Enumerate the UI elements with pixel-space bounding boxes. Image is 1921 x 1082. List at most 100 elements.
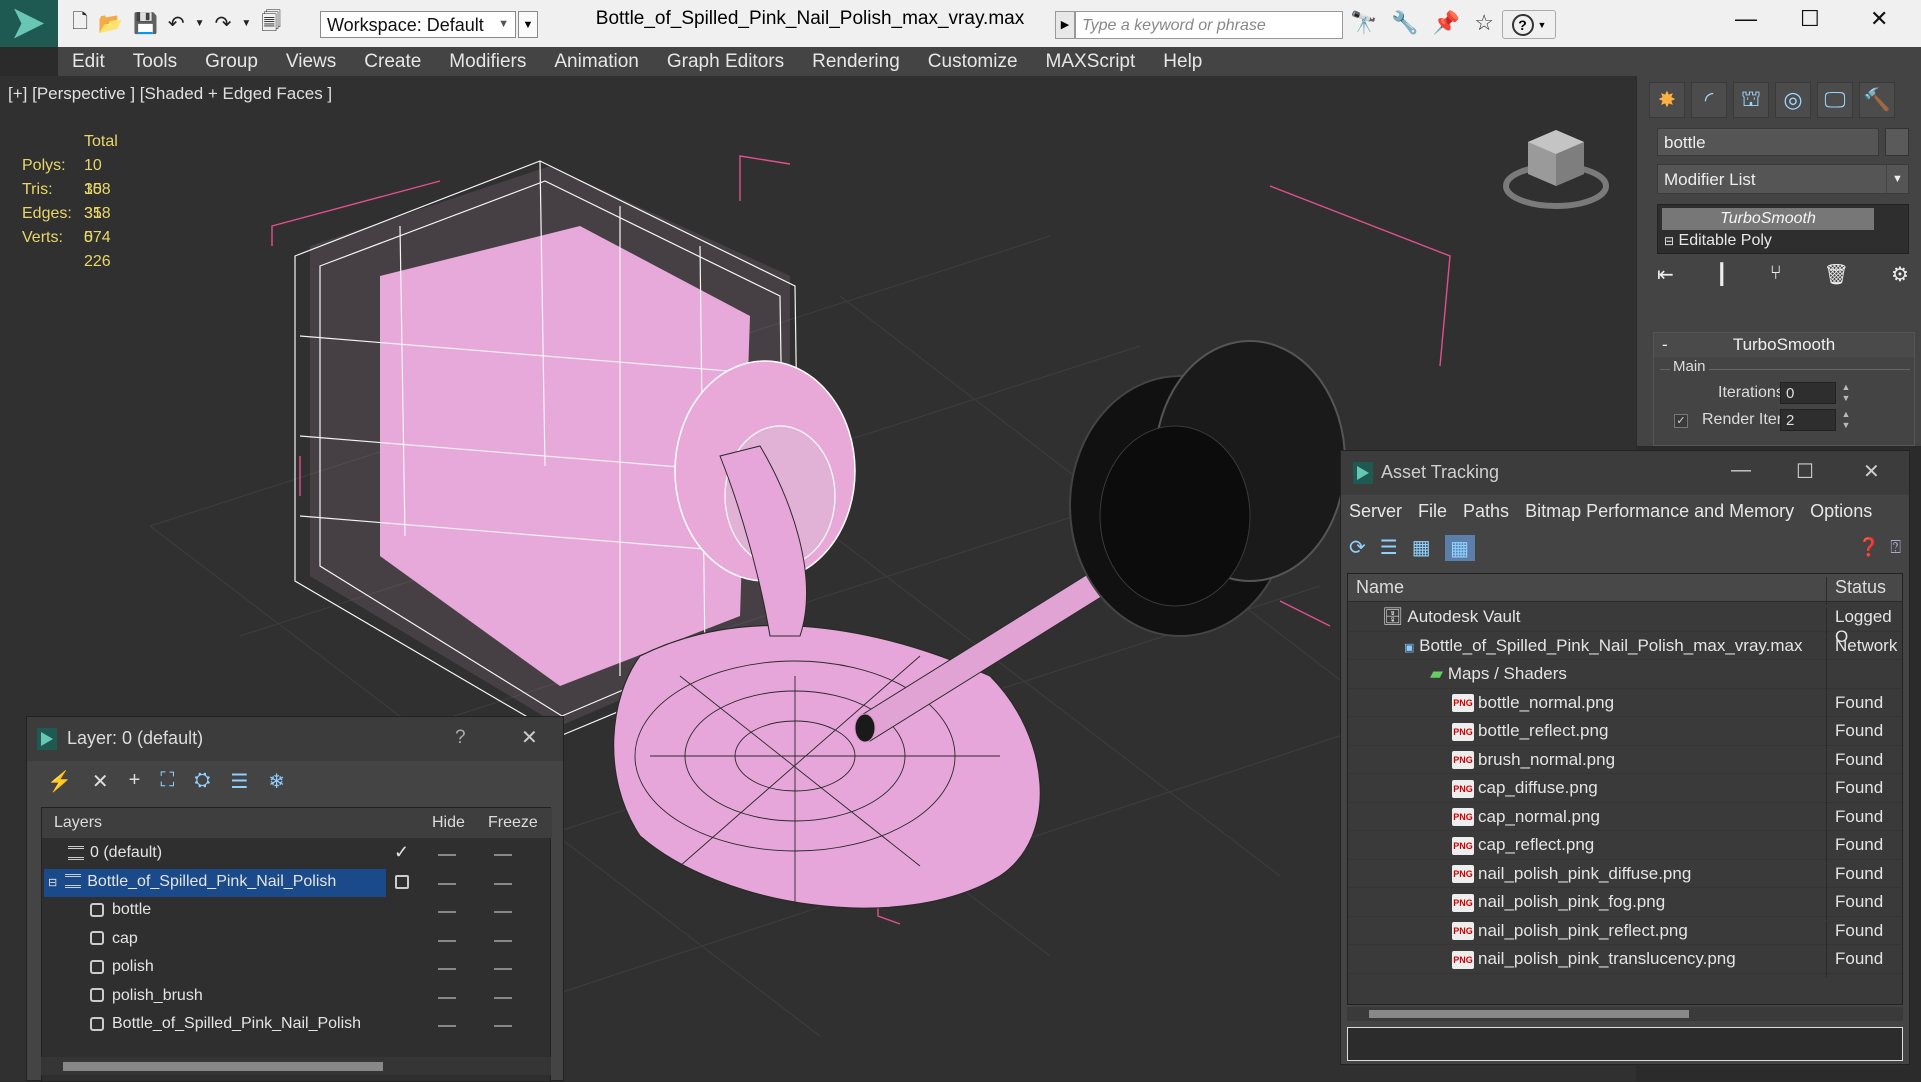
menu-customize[interactable]: Customize: [914, 47, 1032, 76]
layer-row[interactable]: 0 (default) ✓: [42, 840, 552, 869]
project-folder-icon[interactable]: 🗐: [261, 7, 281, 41]
table-row[interactable]: PNG brush_normal.png Found: [1348, 746, 1902, 778]
object-row[interactable]: bottle: [42, 897, 552, 926]
table-row[interactable]: PNG cap_diffuse.png Found: [1348, 774, 1902, 806]
workspace-menu-button[interactable]: ▼: [518, 11, 538, 38]
display-tab-icon[interactable]: 🖵: [1817, 82, 1853, 118]
minimize-button[interactable]: —: [1735, 6, 1757, 32]
spinner-arrows-icon[interactable]: ▲ ▼: [1840, 409, 1852, 431]
menu-server[interactable]: Server: [1341, 501, 1410, 522]
render-iters-checkbox[interactable]: ✓: [1674, 414, 1688, 428]
highlight-layer-icon[interactable]: ⛭: [194, 769, 210, 794]
star-icon[interactable]: ☆: [1474, 10, 1494, 36]
redo-dropdown-icon[interactable]: ▼: [241, 18, 251, 29]
column-name[interactable]: Name: [1356, 577, 1404, 598]
table-row[interactable]: ▰ Maps / Shaders: [1348, 660, 1902, 692]
context-help-icon[interactable]: ⍰: [1890, 537, 1901, 558]
hide-toggle[interactable]: [438, 1025, 456, 1027]
freeze-toggle[interactable]: [494, 854, 512, 856]
app-logo-button[interactable]: [0, 0, 58, 47]
delete-layer-icon[interactable]: ✕: [92, 769, 109, 794]
horizontal-scrollbar[interactable]: [1347, 1007, 1903, 1021]
freeze-toggle[interactable]: [494, 911, 512, 913]
freeze-toggle[interactable]: [494, 1025, 512, 1027]
iterations-spinner[interactable]: 0: [1780, 382, 1836, 404]
search-expand-button[interactable]: ▶: [1055, 11, 1075, 39]
utilities-tab-icon[interactable]: 🔨: [1859, 82, 1895, 118]
object-row[interactable]: Bottle_of_Spilled_Pink_Nail_Polish: [42, 1011, 552, 1040]
table-row[interactable]: PNG cap_reflect.png Found: [1348, 831, 1902, 863]
workspace-select[interactable]: Workspace: Default ▼: [320, 11, 516, 38]
help-icon[interactable]: ❓: [1858, 537, 1880, 558]
table-row[interactable]: 🗄 Autodesk Vault Logged O: [1348, 603, 1902, 646]
save-file-icon[interactable]: 💾: [133, 11, 158, 36]
table-row[interactable]: PNG bottle_reflect.png Found: [1348, 717, 1902, 749]
maximize-button[interactable]: ☐: [1800, 6, 1820, 32]
table-row[interactable]: PNG cap_normal.png Found: [1348, 803, 1902, 835]
binoculars-icon[interactable]: 🔭: [1350, 10, 1377, 36]
scrollbar-thumb[interactable]: [1369, 1010, 1689, 1018]
layer-row[interactable]: ⊟ Bottle_of_Spilled_Pink_Nail_Polish: [42, 868, 552, 898]
expand-icon[interactable]: ⊟: [1664, 234, 1674, 248]
undo-icon[interactable]: ↶: [168, 11, 185, 36]
object-name-field[interactable]: bottle: [1657, 128, 1879, 156]
menu-create[interactable]: Create: [350, 47, 435, 76]
asset-tracking-titlebar[interactable]: Asset Tracking — ☐ ✕: [1341, 451, 1909, 495]
object-color-swatch[interactable]: [1885, 128, 1909, 156]
freeze-all-layers-icon[interactable]: ❄: [268, 769, 285, 794]
select-objects-icon[interactable]: ⛶: [160, 769, 174, 794]
remove-modifier-icon[interactable]: 🗑: [1824, 262, 1849, 287]
search-input[interactable]: Type a keyword or phrase: [1075, 11, 1343, 39]
hide-all-layers-icon[interactable]: ☰: [230, 769, 248, 794]
menu-maxscript[interactable]: MAXScript: [1032, 47, 1150, 76]
table-row[interactable]: PNG nail_polish_pink_reflect.png Found: [1348, 917, 1902, 949]
column-hide[interactable]: Hide: [432, 814, 465, 832]
viewport-label[interactable]: [+] [Perspective ] [Shaded + Edged Faces…: [8, 84, 332, 104]
table-row[interactable]: PNG nail_polish_pink_fog.png Found: [1348, 888, 1902, 920]
column-freeze[interactable]: Freeze: [488, 814, 538, 832]
hide-toggle[interactable]: [438, 996, 456, 999]
freeze-toggle[interactable]: [494, 996, 512, 999]
spinner-arrows-icon[interactable]: ▲ ▼: [1840, 382, 1852, 404]
freeze-toggle[interactable]: [494, 939, 512, 942]
collapse-icon[interactable]: ⊟: [48, 877, 57, 889]
undo-dropdown-icon[interactable]: ▼: [195, 18, 205, 29]
show-end-result-icon[interactable]: ┃: [1716, 262, 1728, 287]
menu-modifiers[interactable]: Modifiers: [435, 47, 540, 76]
object-row[interactable]: cap: [42, 926, 552, 955]
close-button[interactable]: ✕: [1870, 6, 1888, 32]
menu-paths[interactable]: Paths: [1455, 501, 1517, 522]
configure-modifier-sets-icon[interactable]: ⚙: [1891, 262, 1909, 287]
hide-toggle[interactable]: [438, 968, 456, 970]
create-tab-icon[interactable]: ✸: [1649, 82, 1685, 118]
thumbnail-view-icon[interactable]: ▦: [1412, 535, 1431, 561]
minimize-button[interactable]: —: [1731, 459, 1751, 482]
motion-tab-icon[interactable]: ◎: [1775, 82, 1811, 118]
object-row[interactable]: polish: [42, 954, 552, 983]
close-button[interactable]: ✕: [521, 725, 538, 750]
table-row[interactable]: PNG nail_polish_pink_diffuse.png Found: [1348, 860, 1902, 892]
menu-help[interactable]: Help: [1149, 47, 1216, 76]
pin-icon[interactable]: 📌: [1433, 10, 1460, 36]
pin-stack-icon[interactable]: ⇤: [1657, 262, 1674, 287]
table-row[interactable]: ▣ Bottle_of_Spilled_Pink_Nail_Polish_max…: [1348, 632, 1902, 664]
stack-item-turbosmooth[interactable]: TurboSmooth: [1662, 208, 1874, 230]
add-to-layer-icon[interactable]: +: [129, 769, 141, 794]
asset-path-field[interactable]: [1347, 1027, 1903, 1061]
hide-toggle[interactable]: [438, 854, 456, 856]
hide-toggle[interactable]: [438, 939, 456, 942]
open-file-icon[interactable]: 📂: [98, 11, 123, 36]
active-layer-check-icon[interactable]: ✓: [394, 842, 409, 863]
make-unique-icon[interactable]: ⑂: [1770, 262, 1782, 287]
stack-item-editable-poly[interactable]: ⊟ Editable Poly: [1664, 232, 1772, 250]
scrollbar-thumb[interactable]: [63, 1062, 383, 1071]
column-status[interactable]: Status: [1826, 577, 1886, 605]
menu-bitmap-performance[interactable]: Bitmap Performance and Memory: [1517, 501, 1802, 522]
hierarchy-tab-icon[interactable]: ⛫: [1733, 82, 1769, 118]
new-file-icon[interactable]: 🗋: [72, 7, 88, 41]
help-button[interactable]: ? ▼: [1502, 10, 1556, 39]
viewcube[interactable]: [1500, 124, 1612, 214]
close-button[interactable]: ✕: [1863, 459, 1880, 484]
modify-tab-icon[interactable]: ◜: [1691, 82, 1727, 118]
freeze-toggle[interactable]: [494, 882, 512, 885]
